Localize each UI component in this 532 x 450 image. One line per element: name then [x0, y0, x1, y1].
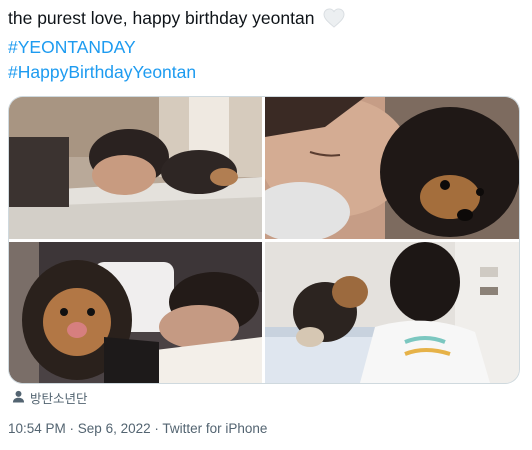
white-heart-icon	[323, 8, 345, 35]
tweet-text-line: the purest love, happy birthday yeontan	[8, 6, 345, 35]
tagged-account[interactable]: 방탄소년단	[12, 388, 88, 407]
person-icon	[12, 390, 25, 406]
media-grid	[8, 96, 520, 384]
tweet-meta: 10:54 PM · Sep 6, 2022 · Twitter for iPh…	[8, 421, 267, 436]
tweet-date[interactable]: Sep 6, 2022	[78, 421, 151, 436]
photo-dog-and-man-on-pillow[interactable]	[9, 242, 262, 383]
photo-man-sleeping-with-dog[interactable]	[9, 97, 262, 239]
hashtag-link[interactable]: #HappyBirthdayYeontan	[8, 60, 345, 85]
tweet-time[interactable]: 10:54 PM	[8, 421, 66, 436]
separator: ·	[65, 421, 78, 436]
hashtag-link[interactable]: #YEONTANDAY	[8, 35, 345, 60]
tweet-message: the purest love, happy birthday yeontan	[8, 8, 315, 28]
tagged-account-name: 방탄소년단	[30, 392, 88, 406]
tweet-text: the purest love, happy birthday yeontan …	[8, 6, 345, 85]
photo-dog-kissing-man[interactable]	[265, 242, 519, 383]
photo-closeup-face-and-dog[interactable]	[265, 97, 519, 239]
tweet-source[interactable]: Twitter for iPhone	[162, 421, 267, 436]
separator: ·	[150, 421, 163, 436]
